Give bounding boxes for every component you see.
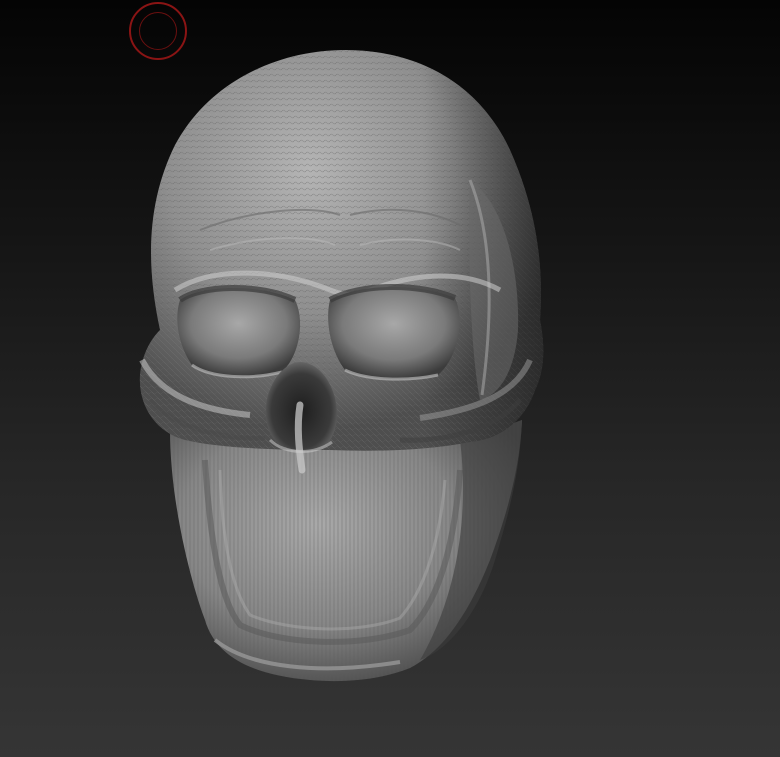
skull-jaw (170, 420, 522, 682)
3d-viewport[interactable] (0, 0, 780, 757)
skull-cranium (139, 50, 544, 451)
left-eye-socket (177, 287, 301, 377)
right-eye-socket (328, 286, 460, 380)
skull-model[interactable] (0, 0, 780, 757)
